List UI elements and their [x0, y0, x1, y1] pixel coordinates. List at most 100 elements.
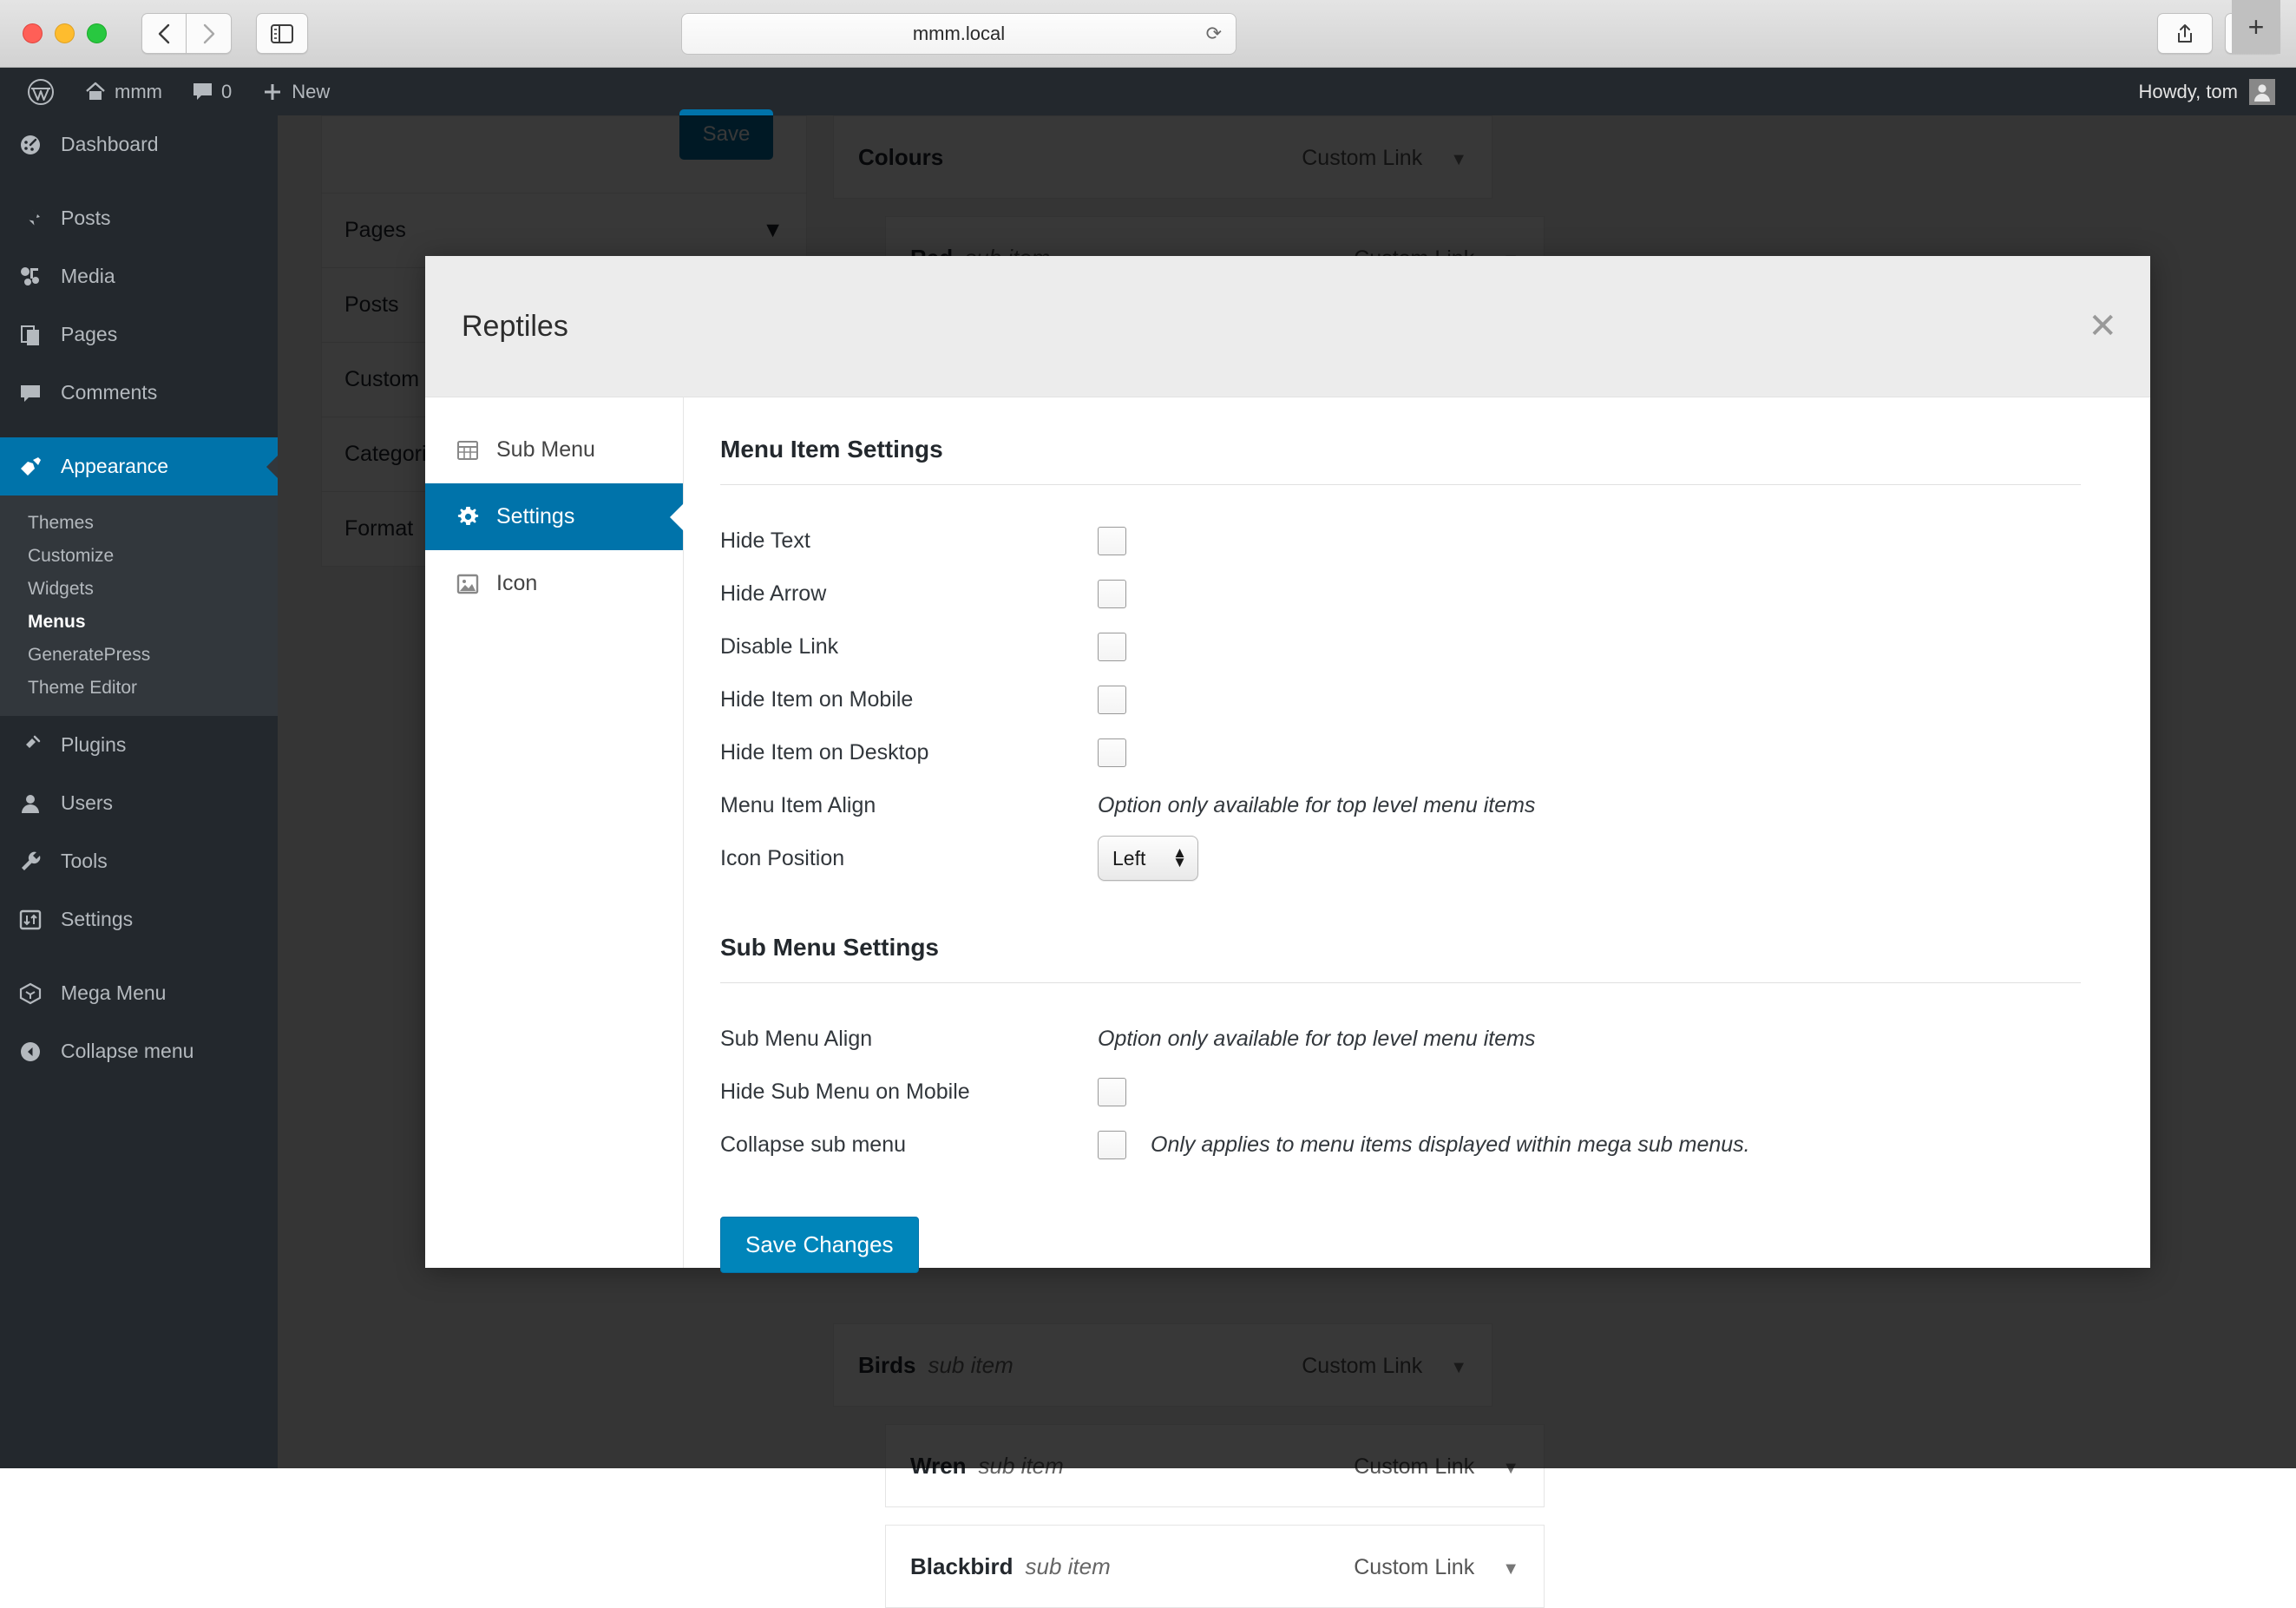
sidebar-item-posts[interactable]: Posts: [0, 189, 278, 247]
submenu-item-themes[interactable]: Themes: [0, 507, 278, 540]
hide-item-on-desktop-checkbox[interactable]: [1098, 738, 1126, 767]
share-button[interactable]: [2157, 13, 2213, 54]
sidebar-item-label: Settings: [61, 908, 134, 930]
field-label: Hide Item on Desktop: [720, 739, 929, 765]
sidebar-item-label: Plugins: [61, 733, 127, 756]
section-divider: [720, 484, 2081, 485]
new-tab-button[interactable]: +: [2232, 0, 2280, 54]
new-content-label: New: [292, 80, 331, 102]
modal-body: Sub Menu Settings Icon Menu Item Setting…: [425, 397, 2150, 1273]
tab-settings[interactable]: Settings: [425, 483, 683, 550]
sidebar-item-pages[interactable]: Pages: [0, 305, 278, 364]
sidebar-item-comments[interactable]: Comments: [0, 364, 278, 422]
gear-icon: [455, 504, 481, 530]
sidebar-item-collapse-menu[interactable]: Collapse menu: [0, 1022, 278, 1080]
sidebar-item-dashboard[interactable]: Dashboard: [0, 115, 278, 174]
close-icon[interactable]: ✕: [2088, 309, 2117, 344]
address-bar-text: mmm.local: [912, 23, 1006, 44]
sidebar-divider: [0, 948, 278, 964]
appearance-submenu: Themes Customize Widgets Menus GenerateP…: [0, 496, 278, 716]
sidebar-toggle-button[interactable]: [256, 13, 308, 54]
sidebar-item-media[interactable]: Media: [0, 247, 278, 305]
comments-bubble-button[interactable]: 0: [177, 68, 246, 115]
menu-item-row[interactable]: Blackbird sub item Custom Link ▼: [885, 1525, 1545, 1608]
row-hide-item-mobile: Hide Item on Mobile: [720, 673, 2081, 725]
back-button[interactable]: [141, 13, 187, 54]
reload-icon[interactable]: ⟳: [1206, 23, 1222, 45]
sidebar-item-settings[interactable]: Settings: [0, 890, 278, 948]
settings-panel: Menu Item Settings Hide Text Hide Arrow …: [684, 397, 2150, 1273]
forward-button[interactable]: [187, 13, 232, 54]
sidebar-item-label: Posts: [61, 207, 111, 229]
minimize-window-button[interactable]: [55, 23, 75, 43]
icon-position-select[interactable]: Left ▲ ▼: [1098, 836, 1198, 881]
chevron-left-icon: [158, 23, 170, 43]
new-content-button[interactable]: New: [246, 68, 344, 115]
menu-item-sub-label: sub item: [1025, 1552, 1111, 1579]
browser-right-buttons: +: [2157, 0, 2280, 54]
field-label: Collapse sub menu: [720, 1132, 907, 1157]
sidebar-item-label: Comments: [61, 381, 158, 404]
wordpress-logo-icon: [28, 78, 54, 105]
tab-label: Settings: [496, 504, 575, 528]
sidebar-divider: [0, 174, 278, 189]
sidebar-item-mega-menu[interactable]: Mega Menu: [0, 964, 278, 1022]
submenu-item-menus[interactable]: Menus: [0, 606, 278, 639]
submenu-item-generatepress[interactable]: GeneratePress: [0, 639, 278, 672]
submenu-item-theme-editor[interactable]: Theme Editor: [0, 672, 278, 705]
browser-chrome: mmm.local ⟳ +: [0, 0, 2296, 68]
field-label: Hide Arrow: [720, 581, 827, 606]
hide-item-on-mobile-checkbox[interactable]: [1098, 685, 1126, 714]
row-hide-arrow: Hide Arrow: [720, 568, 2081, 620]
comment-bubble-icon: [193, 83, 212, 100]
section-divider: [720, 982, 2081, 983]
sidebar-item-appearance[interactable]: Appearance: [0, 437, 278, 496]
modal-title: Reptiles: [462, 309, 568, 343]
row-collapse-sub-menu: Collapse sub menu Only applies to menu i…: [720, 1119, 2081, 1171]
submenu-item-widgets[interactable]: Widgets: [0, 573, 278, 606]
disable-link-checkbox[interactable]: [1098, 632, 1126, 661]
account-menu[interactable]: Howdy, tom: [2138, 78, 2296, 105]
sidebar-item-tools[interactable]: Tools: [0, 832, 278, 890]
field-label: Sub Menu Align: [720, 1026, 873, 1051]
window-traffic-lights: [23, 23, 107, 43]
wordpress-logo-button[interactable]: [12, 68, 69, 115]
tab-label: Sub Menu: [496, 437, 595, 462]
sidebar-item-users[interactable]: Users: [0, 774, 278, 832]
tab-sub-menu[interactable]: Sub Menu: [425, 417, 683, 483]
field-label: Hide Sub Menu on Mobile: [720, 1079, 970, 1104]
hide-arrow-checkbox[interactable]: [1098, 579, 1126, 608]
menu-item-title: Blackbird: [910, 1552, 1014, 1579]
dashboard-icon: [16, 133, 45, 157]
modal-header: Reptiles ✕: [425, 256, 2150, 397]
maximize-window-button[interactable]: [87, 23, 107, 43]
close-window-button[interactable]: [23, 23, 43, 43]
hide-sub-menu-on-mobile-checkbox[interactable]: [1098, 1077, 1126, 1106]
sidebar-item-label: Appearance: [61, 455, 169, 477]
navigation-buttons: [141, 13, 232, 54]
field-label: Icon Position: [720, 845, 845, 870]
row-hide-item-desktop: Hide Item on Desktop: [720, 726, 2081, 778]
address-bar[interactable]: mmm.local ⟳: [681, 13, 1237, 55]
comments-count: 0: [220, 80, 233, 102]
sidebar-item-plugins[interactable]: Plugins: [0, 716, 278, 774]
collapse-sub-menu-checkbox[interactable]: [1098, 1130, 1126, 1159]
site-name-label: mmm: [115, 80, 162, 102]
row-hide-sub-menu-mobile: Hide Sub Menu on Mobile: [720, 1066, 2081, 1118]
field-label: Disable Link: [720, 633, 839, 659]
sidebar-toggle-icon: [271, 23, 293, 43]
sidebar-divider: [0, 422, 278, 437]
paintbrush-icon: [16, 455, 45, 479]
row-sub-menu-align: Sub Menu Align Option only available for…: [720, 1013, 2081, 1065]
site-name-button[interactable]: mmm: [69, 68, 177, 115]
tab-icon[interactable]: Icon: [425, 550, 683, 617]
chevron-down-icon: ▼: [1502, 1559, 1519, 1578]
collapse-sub-menu-hint: Only applies to menu items displayed wit…: [1151, 1132, 1750, 1157]
sidebar-item-label: Collapse menu: [61, 1040, 194, 1062]
settings-sliders-icon: [16, 908, 45, 932]
hide-text-checkbox[interactable]: [1098, 526, 1126, 555]
comment-bubble-icon: [16, 381, 45, 405]
save-changes-button[interactable]: Save Changes: [720, 1217, 919, 1273]
submenu-item-customize[interactable]: Customize: [0, 540, 278, 573]
